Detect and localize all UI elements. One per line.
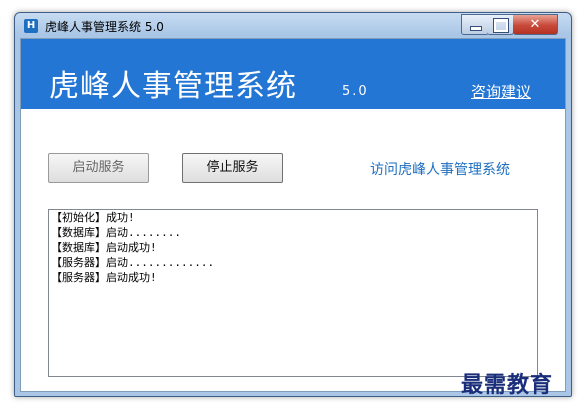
title-bar[interactable]: H 虎峰人事管理系统 5.0 ✕ <box>15 13 571 38</box>
visit-system-link[interactable]: 访问虎峰人事管理系统 <box>370 159 510 179</box>
app-window: H 虎峰人事管理系统 5.0 ✕ 虎峰人事管理系统 5.0 咨询建议 启动服务 … <box>14 12 572 397</box>
log-line: 【数据库】启动........ <box>51 226 181 239</box>
close-icon: ✕ <box>529 17 541 32</box>
app-title: 虎峰人事管理系统 <box>49 69 297 104</box>
log-line: 【数据库】启动成功! <box>51 241 157 254</box>
log-line: 【服务器】启动............. <box>51 256 215 269</box>
log-output[interactable]: 【初始化】成功! 【数据库】启动........ 【数据库】启动成功! 【服务器… <box>48 209 538 377</box>
maximize-icon <box>493 18 509 33</box>
client-area: 虎峰人事管理系统 5.0 咨询建议 启动服务 停止服务 访问虎峰人事管理系统 【… <box>20 38 566 392</box>
maximize-button[interactable] <box>487 14 514 35</box>
stop-service-button[interactable]: 停止服务 <box>182 153 283 183</box>
advice-link[interactable]: 咨询建议 <box>471 81 531 102</box>
start-service-button[interactable]: 启动服务 <box>48 153 149 183</box>
header-banner: 虎峰人事管理系统 5.0 咨询建议 <box>21 39 565 109</box>
app-icon: H <box>24 19 38 33</box>
app-version: 5.0 <box>342 84 369 99</box>
log-line: 【初始化】成功! <box>51 211 135 224</box>
minimize-icon <box>470 26 482 31</box>
minimize-button[interactable] <box>461 14 489 35</box>
watermark: 最需教育 <box>461 372 554 398</box>
window-title: 虎峰人事管理系统 5.0 <box>45 20 164 34</box>
log-line: 【服务器】启动成功! <box>51 271 157 284</box>
close-button[interactable]: ✕ <box>513 14 558 35</box>
